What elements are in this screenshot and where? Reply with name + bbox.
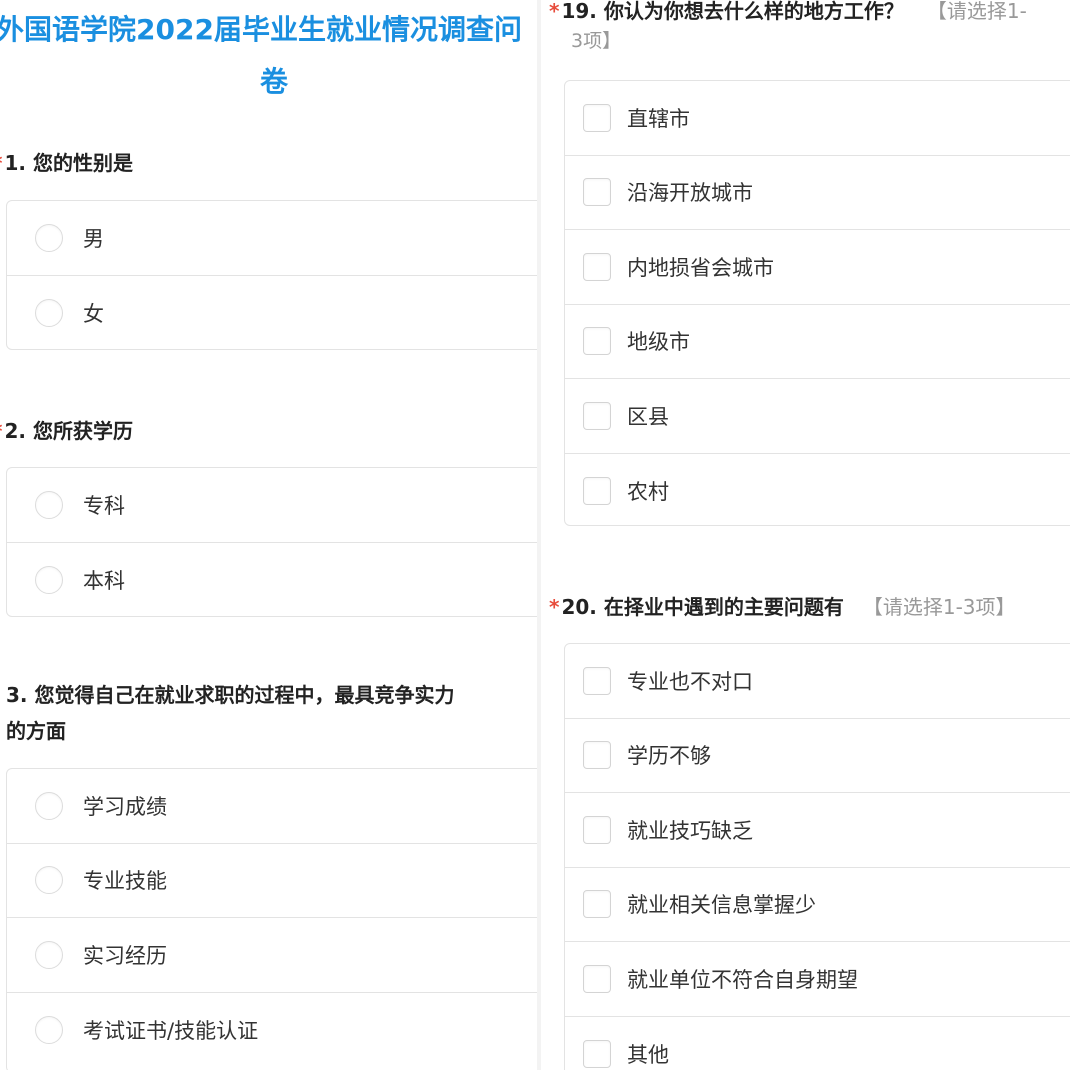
- required-mark: *: [549, 595, 560, 619]
- radio-option-bachelor[interactable]: 本科: [7, 543, 537, 618]
- radio-button[interactable]: [35, 866, 63, 895]
- checkbox-option-prefecture-city[interactable]: 地级市: [565, 305, 1070, 379]
- left-panel: 外国语学院2022届毕业生就业情况调查问 卷 *1. 您的性别是 男 女 *2.…: [0, 0, 537, 1070]
- option-label: 女: [83, 301, 104, 326]
- survey-title: 外国语学院2022届毕业生就业情况调查问 卷: [0, 4, 537, 108]
- checkbox[interactable]: [583, 1039, 611, 1068]
- option-label: 地级市: [627, 330, 690, 355]
- option-label: 男: [83, 226, 104, 251]
- radio-option-male[interactable]: 男: [7, 201, 537, 276]
- checkbox-option-coastal-city[interactable]: 沿海开放城市: [565, 156, 1070, 230]
- radio-option-grades[interactable]: 学习成绩: [7, 769, 537, 844]
- checkbox-option-insufficient-degree[interactable]: 学历不够: [565, 719, 1070, 793]
- option-label: 就业单位不符合自身期望: [627, 967, 858, 992]
- question-3-title-line1: 3. 您觉得自己在就业求职的过程中，最具竞争实力: [6, 683, 455, 707]
- radio-option-certificates[interactable]: 考试证书/技能认证: [7, 993, 537, 1068]
- checkbox-option-rural[interactable]: 农村: [565, 454, 1070, 529]
- checkbox-option-inland-capital[interactable]: 内地损省会城市: [565, 230, 1070, 305]
- radio-option-junior-college[interactable]: 专科: [7, 468, 537, 543]
- checkbox[interactable]: [583, 401, 611, 430]
- checkbox-option-lack-skills[interactable]: 就业技巧缺乏: [565, 793, 1070, 868]
- option-label: 其他: [627, 1042, 669, 1067]
- option-label: 直辖市: [627, 106, 690, 131]
- option-label: 农村: [627, 479, 669, 504]
- radio-button[interactable]: [35, 1015, 63, 1044]
- radio-option-internship[interactable]: 实习经历: [7, 918, 537, 993]
- required-mark: *: [549, 0, 560, 23]
- checkbox[interactable]: [583, 476, 611, 505]
- checkbox[interactable]: [583, 741, 611, 770]
- question-3-options: 学习成绩 专业技能 实习经历 考试证书/技能认证: [6, 768, 537, 1070]
- checkbox[interactable]: [583, 890, 611, 919]
- question-19-hint: 【请选择1-: [926, 0, 1027, 23]
- radio-button[interactable]: [35, 223, 63, 252]
- radio-button[interactable]: [35, 298, 63, 327]
- question-20-hint: 【请选择1-3项】: [862, 595, 1016, 619]
- option-label: 学历不够: [627, 744, 711, 769]
- option-label: 学习成绩: [83, 794, 167, 819]
- checkbox-option-county[interactable]: 区县: [565, 379, 1070, 454]
- option-label: 内地损省会城市: [627, 255, 774, 280]
- option-label: 专科: [83, 493, 125, 518]
- checkbox[interactable]: [583, 666, 611, 695]
- checkbox[interactable]: [583, 815, 611, 844]
- checkbox-option-other[interactable]: 其他: [565, 1017, 1070, 1070]
- option-label: 考试证书/技能认证: [83, 1018, 259, 1043]
- checkbox-option-expectation-mismatch[interactable]: 就业单位不符合自身期望: [565, 942, 1070, 1017]
- checkbox-option-major-mismatch[interactable]: 专业也不对口: [565, 644, 1070, 719]
- radio-button[interactable]: [35, 490, 63, 519]
- checkbox[interactable]: [583, 327, 611, 356]
- survey-title-line2: 卷: [259, 65, 288, 98]
- radio-button[interactable]: [35, 565, 63, 594]
- option-label: 专业也不对口: [627, 669, 753, 694]
- checkbox-option-little-info[interactable]: 就业相关信息掌握少: [565, 868, 1070, 942]
- question-1-options: 男 女: [6, 200, 537, 350]
- option-label: 区县: [627, 404, 669, 429]
- question-19-hint-line2: 3项】: [571, 30, 622, 52]
- option-label: 实习经历: [83, 943, 167, 968]
- radio-option-female[interactable]: 女: [7, 276, 537, 351]
- checkbox[interactable]: [583, 103, 611, 132]
- survey-title-line1: 外国语学院2022届毕业生就业情况调查问: [0, 13, 522, 46]
- question-19-options: 直辖市 沿海开放城市 内地损省会城市 地级市 区县 农村: [564, 80, 1070, 526]
- question-19-title: * 19. 你认为你想去什么样的地方工作？ 【请选择1- 3项】: [549, 0, 1027, 52]
- option-label: 就业相关信息掌握少: [627, 893, 816, 918]
- radio-option-skills[interactable]: 专业技能: [7, 844, 537, 918]
- required-mark: *: [0, 151, 2, 175]
- question-2-options: 专科 本科: [6, 467, 537, 617]
- question-20-options: 专业也不对口 学历不够 就业技巧缺乏 就业相关信息掌握少 就业单位不符合自身期望…: [564, 643, 1070, 1070]
- option-label: 专业技能: [83, 869, 167, 894]
- checkbox[interactable]: [583, 178, 611, 207]
- question-2-title: *2. 您所获学历: [0, 416, 133, 446]
- question-1-title: *1. 您的性别是: [0, 148, 133, 178]
- radio-button[interactable]: [35, 791, 63, 820]
- question-20-title: * 20. 在择业中遇到的主要问题有 【请选择1-3项】: [549, 595, 1016, 619]
- option-label: 本科: [83, 568, 125, 593]
- required-mark: *: [0, 419, 2, 443]
- checkbox[interactable]: [583, 252, 611, 281]
- right-panel: * 19. 你认为你想去什么样的地方工作？ 【请选择1- 3项】 直辖市 沿海开放…: [541, 0, 1070, 1070]
- checkbox-option-municipality[interactable]: 直辖市: [565, 81, 1070, 156]
- question-3-title-line2: 的方面: [6, 719, 66, 743]
- option-label: 沿海开放城市: [627, 181, 753, 206]
- checkbox[interactable]: [583, 964, 611, 993]
- radio-button[interactable]: [35, 940, 63, 969]
- option-label: 就业技巧缺乏: [627, 818, 753, 843]
